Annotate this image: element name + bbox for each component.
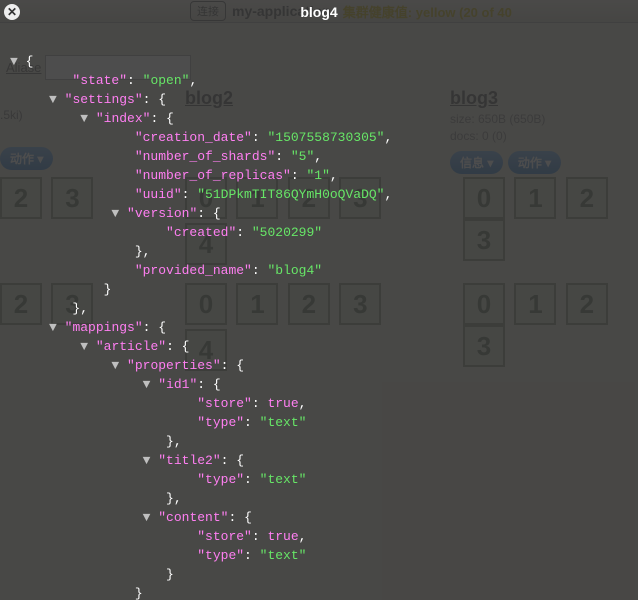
json-viewer: ▼ { "state": "open", ▼ "settings": { ▼ "…	[10, 33, 630, 600]
close-icon[interactable]: ✕	[4, 4, 20, 20]
overlay-title: blog4	[300, 4, 337, 20]
json-overlay: ✕ blog4 ▼ { "state": "open", ▼ "settings…	[0, 0, 638, 600]
